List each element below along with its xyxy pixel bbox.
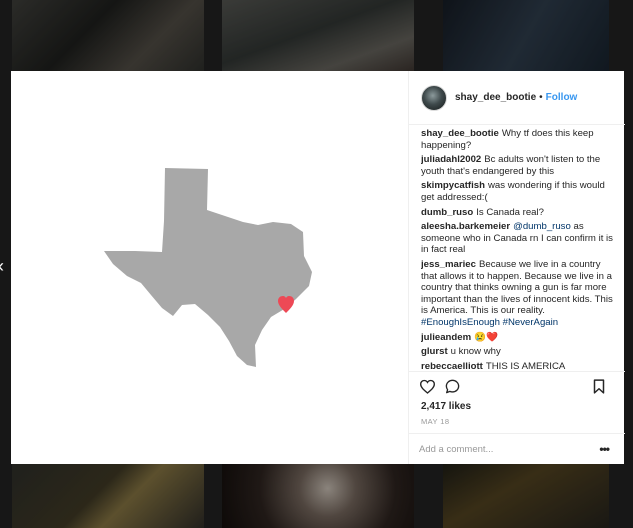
comment-mention[interactable]: @dumb_ruso bbox=[513, 221, 571, 232]
comment-item: rebeccaelliott THIS IS AMERICA bbox=[421, 361, 619, 370]
comment-text: Is Canada real? bbox=[476, 206, 544, 218]
comment-hashtags[interactable]: #EnoughIsEnough #NeverAgain bbox=[421, 317, 558, 328]
comment-username[interactable]: julieandem bbox=[421, 332, 471, 343]
post-sidebar: shay_dee_bootie • Follow shay_dee_bootie… bbox=[408, 71, 625, 465]
comment-item: julieandem 😢❤️ bbox=[421, 332, 619, 344]
follow-button[interactable]: Follow bbox=[546, 92, 578, 103]
comment-item: aleesha.barkemeier @dumb_ruso as someone … bbox=[421, 221, 619, 256]
comment-username[interactable]: glurst bbox=[421, 346, 448, 357]
comment-username[interactable]: shay_dee_bootie bbox=[421, 128, 499, 139]
texas-map-graphic bbox=[104, 168, 312, 367]
comment-item: glurst u know why bbox=[421, 346, 619, 358]
comment-username[interactable]: aleesha.barkemeier bbox=[421, 221, 510, 232]
comment-username[interactable]: juliadahl2002 bbox=[421, 154, 481, 165]
comment-username[interactable]: rebeccaelliott bbox=[421, 361, 483, 370]
avatar[interactable] bbox=[421, 84, 447, 111]
likes-count[interactable]: 2,417 likes bbox=[421, 401, 471, 412]
comment-username[interactable]: jess_mariec bbox=[421, 259, 476, 270]
more-options-icon[interactable]: ••• bbox=[599, 442, 610, 456]
post-image[interactable] bbox=[11, 71, 408, 464]
post-date: MAY 18 bbox=[421, 417, 450, 426]
post-header: shay_dee_bootie • Follow bbox=[409, 71, 625, 125]
comment-text: THIS IS AMERICA bbox=[485, 360, 566, 370]
comments-list[interactable]: shay_dee_bootie Why tf does this keep hap… bbox=[421, 128, 619, 370]
post-modal: shay_dee_bootie • Follow shay_dee_bootie… bbox=[11, 71, 625, 465]
previous-arrow-icon[interactable]: ‹ bbox=[0, 257, 4, 275]
comment-item: dumb_ruso Is Canada real? bbox=[421, 207, 619, 219]
texas-map-shape bbox=[104, 168, 312, 367]
separator-dot: • bbox=[539, 92, 543, 103]
comment-item: skimpycatfish was wondering if this would… bbox=[421, 180, 619, 203]
comment-bubble-icon[interactable] bbox=[445, 379, 460, 394]
comment-username[interactable]: dumb_ruso bbox=[421, 207, 473, 218]
comment-item: shay_dee_bootie Why tf does this keep hap… bbox=[421, 128, 619, 151]
add-comment-bar: ••• bbox=[409, 433, 625, 466]
post-actions: 2,417 likes MAY 18 ••• bbox=[409, 371, 625, 465]
comment-item: juliadahl2002 Bc adults won't listen to t… bbox=[421, 154, 619, 177]
comment-text: 😢❤️ bbox=[474, 331, 499, 343]
like-heart-icon[interactable] bbox=[419, 379, 436, 394]
comment-username[interactable]: skimpycatfish bbox=[421, 180, 485, 191]
bookmark-icon[interactable] bbox=[593, 379, 605, 394]
comment-input[interactable] bbox=[419, 442, 579, 456]
comment-text: u know why bbox=[450, 346, 501, 358]
comment-item: jess_mariec Because we live in a country … bbox=[421, 259, 619, 329]
post-username[interactable]: shay_dee_bootie bbox=[455, 92, 536, 103]
